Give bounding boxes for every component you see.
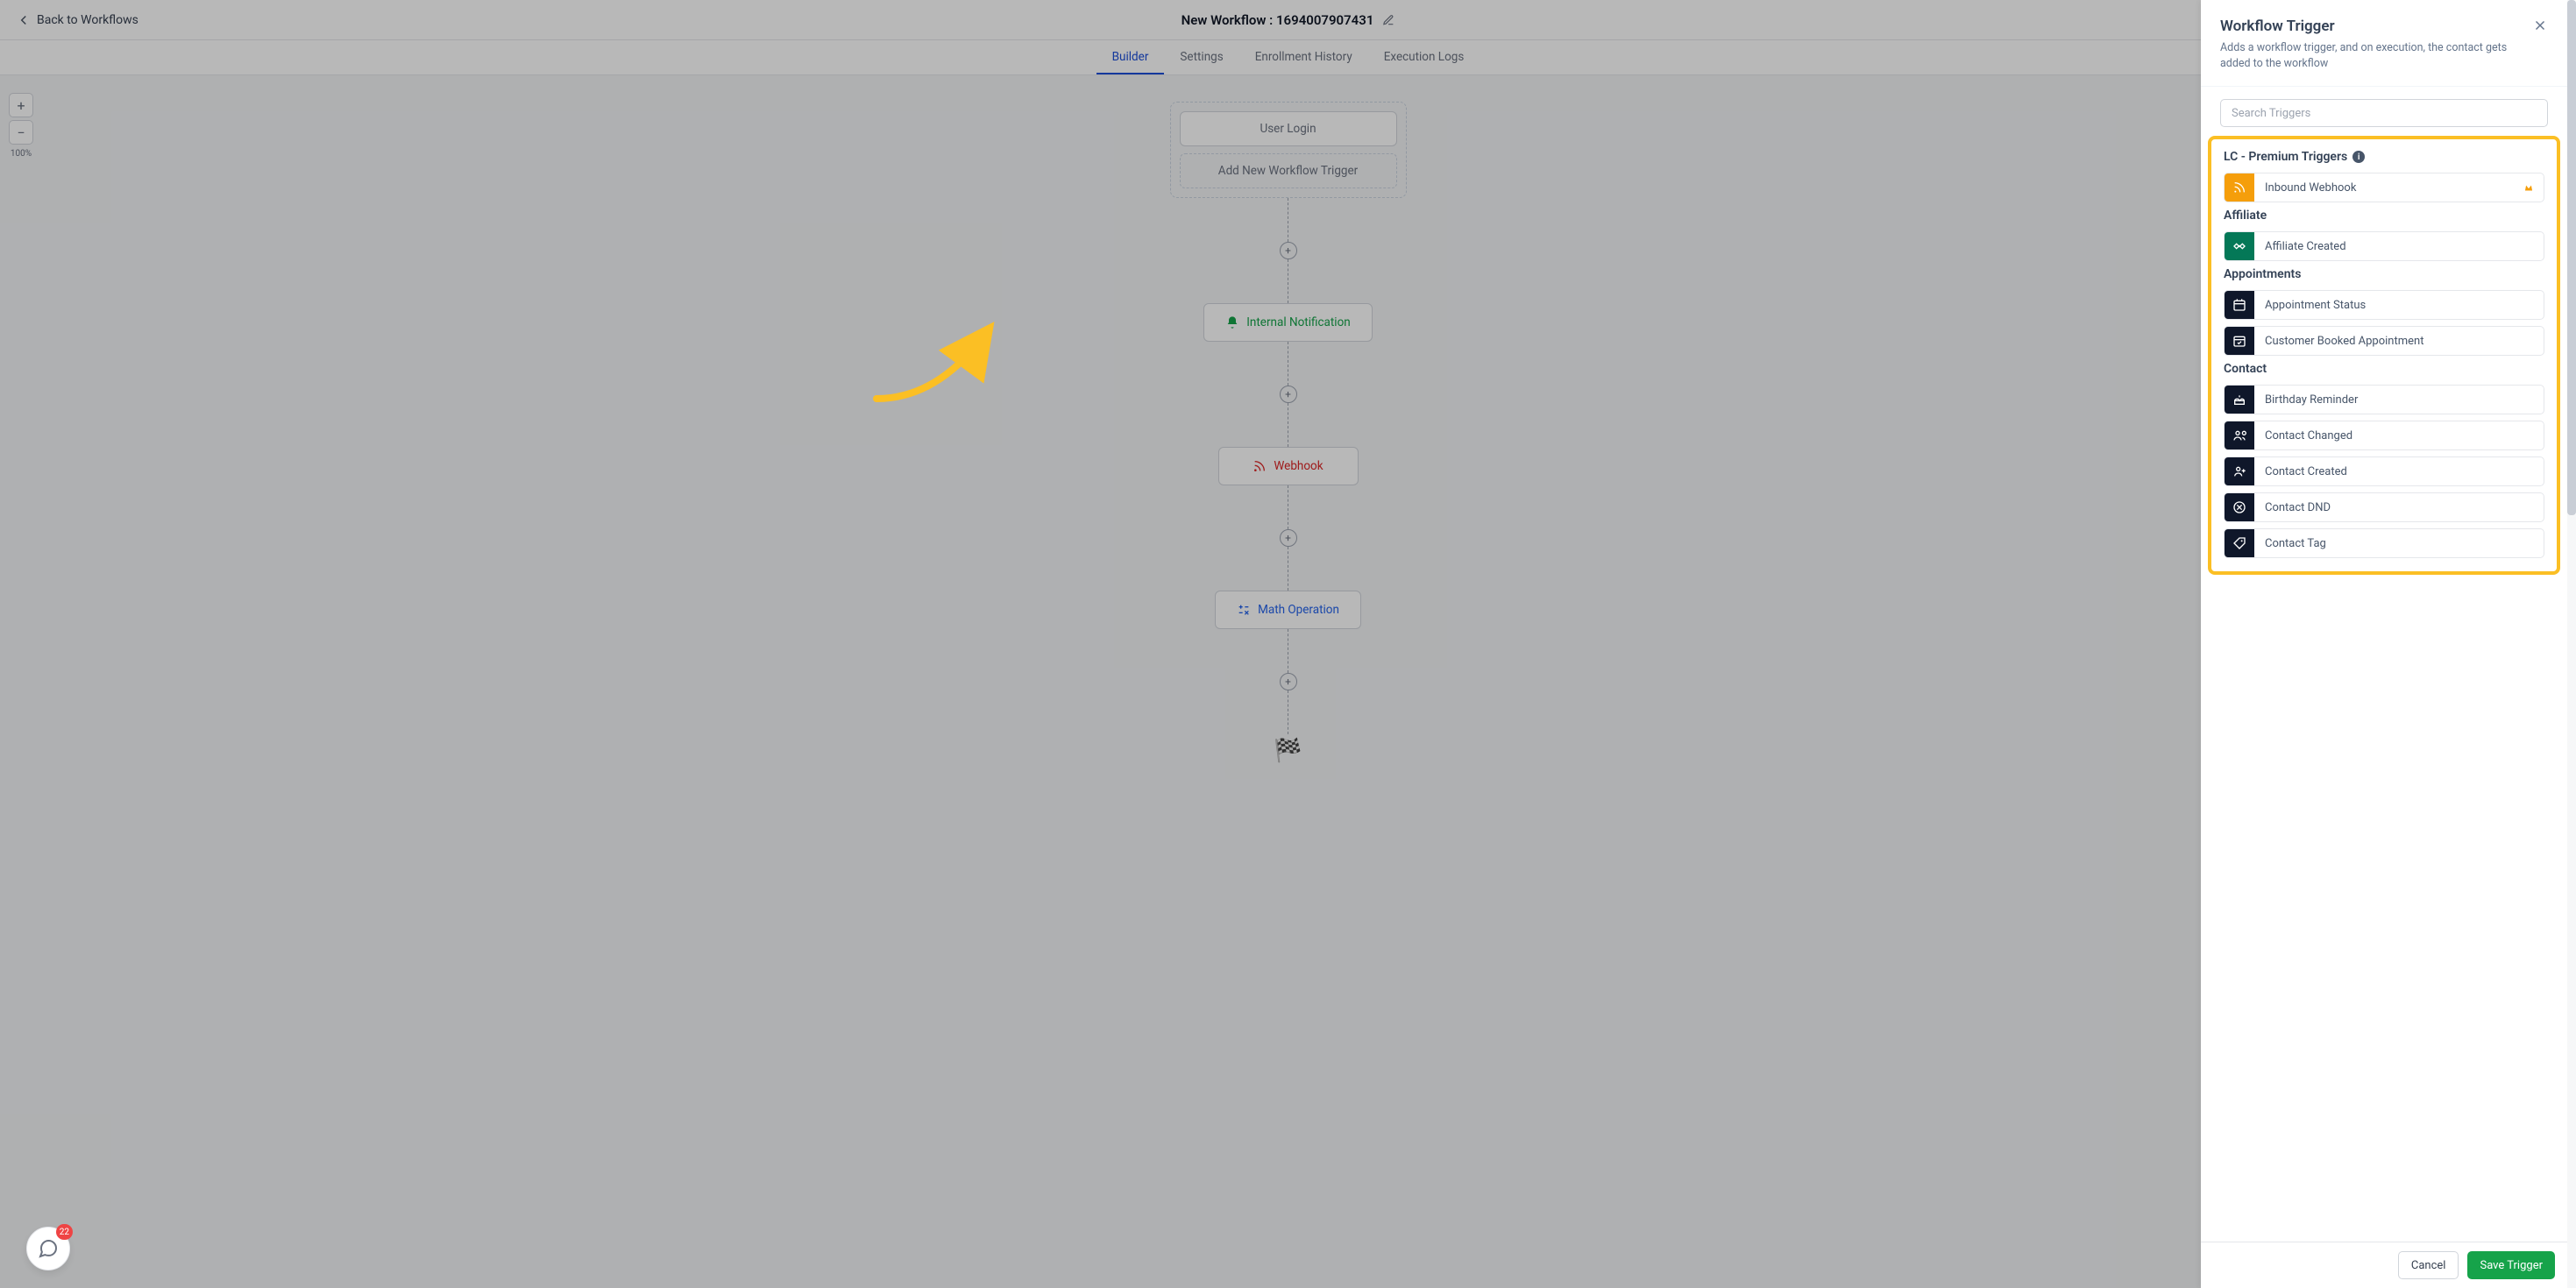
node-label: Internal Notification [1246, 315, 1350, 329]
back-to-workflows-button[interactable]: Back to Workflows [16, 12, 138, 28]
tab-execution-logs[interactable]: Execution Logs [1368, 40, 1480, 74]
chevron-left-icon [16, 12, 32, 28]
scrollbar-thumb[interactable] [2567, 0, 2576, 515]
cancel-button[interactable]: Cancel [2398, 1251, 2459, 1279]
dnd-icon [2225, 493, 2254, 521]
trigger-slot-user-login[interactable]: User Login [1180, 111, 1397, 146]
zoom-level: 100% [11, 149, 32, 159]
node-label: Math Operation [1258, 603, 1339, 617]
trigger-group-title: Contact [2224, 362, 2544, 376]
pencil-icon[interactable] [1382, 14, 1394, 26]
add-step-button[interactable]: + [1280, 529, 1297, 547]
info-icon[interactable]: i [2352, 151, 2365, 163]
trigger-item-label: Birthday Reminder [2254, 393, 2544, 407]
search-triggers-input[interactable] [2220, 99, 2548, 127]
trigger-item[interactable]: Affiliate Created [2224, 231, 2544, 261]
finish-icon: 🏁 [1274, 738, 1302, 764]
crown-icon [2523, 181, 2535, 194]
trigger-item[interactable]: Contact DND [2224, 492, 2544, 522]
trigger-item[interactable]: Birthday Reminder [2224, 385, 2544, 414]
canvas[interactable]: + − 100% User Login Add New Workflow Tri… [0, 75, 2576, 1288]
scrollbar[interactable] [2567, 0, 2576, 1288]
tab-enrollment-history[interactable]: Enrollment History [1239, 40, 1368, 74]
trigger-group-title: Appointments [2224, 267, 2544, 281]
chat-widget-button[interactable]: 22 [26, 1227, 70, 1270]
trigger-item[interactable]: Customer Booked Appointment [2224, 326, 2544, 356]
node-math-operation[interactable]: Math Operation [1215, 591, 1361, 629]
trigger-item-label: Inbound Webhook [2254, 181, 2523, 195]
users-icon [2225, 421, 2254, 449]
trigger-item-label: Contact Changed [2254, 429, 2544, 442]
math-icon [1237, 603, 1251, 617]
node-label: Webhook [1274, 459, 1323, 473]
back-label: Back to Workflows [37, 13, 138, 27]
tag-icon [2225, 529, 2254, 557]
zoom-out-button[interactable]: − [9, 120, 33, 145]
workflow-trigger-panel: Workflow Trigger Adds a workflow trigger… [2201, 0, 2567, 1288]
workflow-title: New Workflow : 1694007907431 [1182, 12, 1374, 28]
calendar-icon [2225, 291, 2254, 319]
trigger-item-label: Contact Tag [2254, 537, 2544, 550]
add-step-button[interactable]: + [1280, 673, 1297, 690]
panel-description: Adds a workflow trigger, and on executio… [2220, 40, 2523, 72]
trigger-item-label: Contact DND [2254, 501, 2544, 514]
trigger-list[interactable]: LC - Premium Triggersi Inbound Webhook Aff… [2201, 136, 2567, 1242]
trigger-box: User Login Add New Workflow Trigger [1170, 102, 1407, 198]
add-new-trigger-button[interactable]: Add New Workflow Trigger [1180, 153, 1397, 188]
trigger-item[interactable]: Appointment Status [2224, 290, 2544, 320]
highlighted-trigger-groups: LC - Premium Triggersi Inbound Webhook Aff… [2208, 136, 2560, 575]
zoom-in-button[interactable]: + [9, 93, 33, 117]
chat-badge: 22 [56, 1224, 73, 1240]
tab-builder[interactable]: Builder [1096, 40, 1165, 74]
save-trigger-button[interactable]: Save Trigger [2467, 1251, 2555, 1279]
tabs: Builder Settings Enrollment History Exec… [0, 40, 2576, 75]
zoom-controls: + − 100% [9, 93, 33, 159]
trigger-item-label: Customer Booked Appointment [2254, 335, 2544, 348]
handshake-icon [2225, 232, 2254, 260]
node-internal-notification[interactable]: Internal Notification [1203, 303, 1372, 342]
panel-title: Workflow Trigger [2220, 18, 2523, 35]
close-icon[interactable] [2532, 18, 2548, 33]
topbar: Back to Workflows New Workflow : 1694007… [0, 0, 2576, 40]
trigger-item[interactable]: Inbound Webhook [2224, 173, 2544, 202]
bell-icon [1225, 315, 1239, 329]
trigger-item-label: Contact Created [2254, 465, 2544, 478]
add-step-button[interactable]: + [1280, 386, 1297, 403]
trigger-item-label: Appointment Status [2254, 299, 2544, 312]
trigger-item-label: Affiliate Created [2254, 240, 2544, 253]
cake-icon [2225, 386, 2254, 414]
node-webhook[interactable]: Webhook [1218, 447, 1359, 485]
chat-icon [38, 1238, 59, 1259]
trigger-item[interactable]: Contact Changed [2224, 421, 2544, 450]
rss-icon [1253, 459, 1267, 473]
rss-icon [2225, 173, 2254, 202]
tab-settings[interactable]: Settings [1164, 40, 1238, 74]
user-plus-icon [2225, 457, 2254, 485]
calendar-check-icon [2225, 327, 2254, 355]
add-step-button[interactable]: + [1280, 242, 1297, 259]
trigger-group-title: Affiliate [2224, 209, 2544, 223]
trigger-group-title: LC - Premium Triggersi [2224, 150, 2544, 164]
trigger-item[interactable]: Contact Created [2224, 456, 2544, 486]
trigger-item[interactable]: Contact Tag [2224, 528, 2544, 558]
